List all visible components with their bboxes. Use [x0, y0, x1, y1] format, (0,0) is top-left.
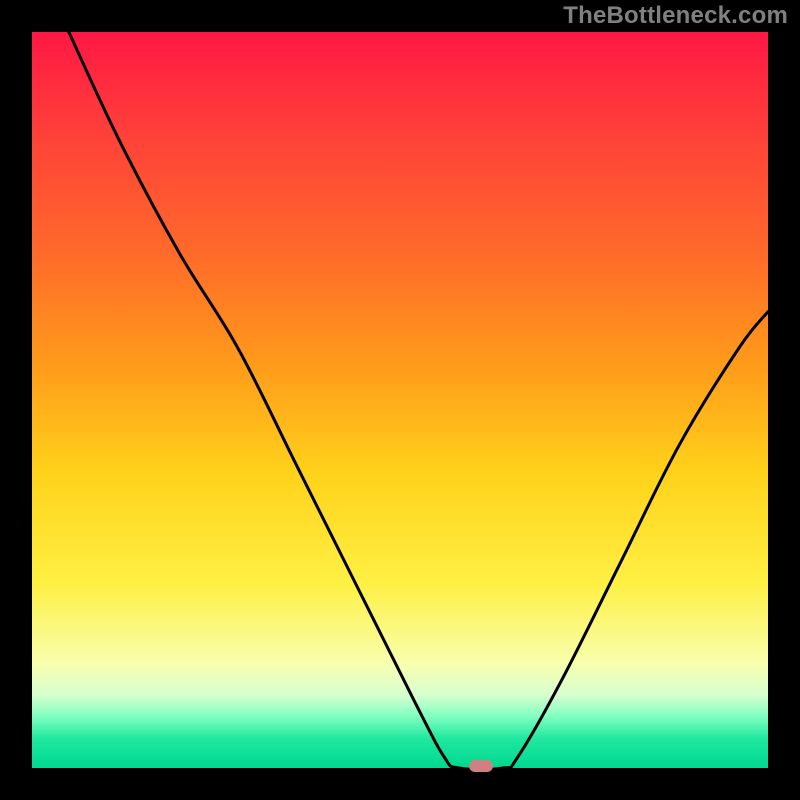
- optimal-marker: [469, 760, 493, 772]
- bottleneck-chart: TheBottleneck.com: [0, 0, 800, 800]
- chart-svg: [0, 0, 800, 800]
- watermark-text: TheBottleneck.com: [563, 2, 788, 30]
- plot-background: [32, 32, 768, 768]
